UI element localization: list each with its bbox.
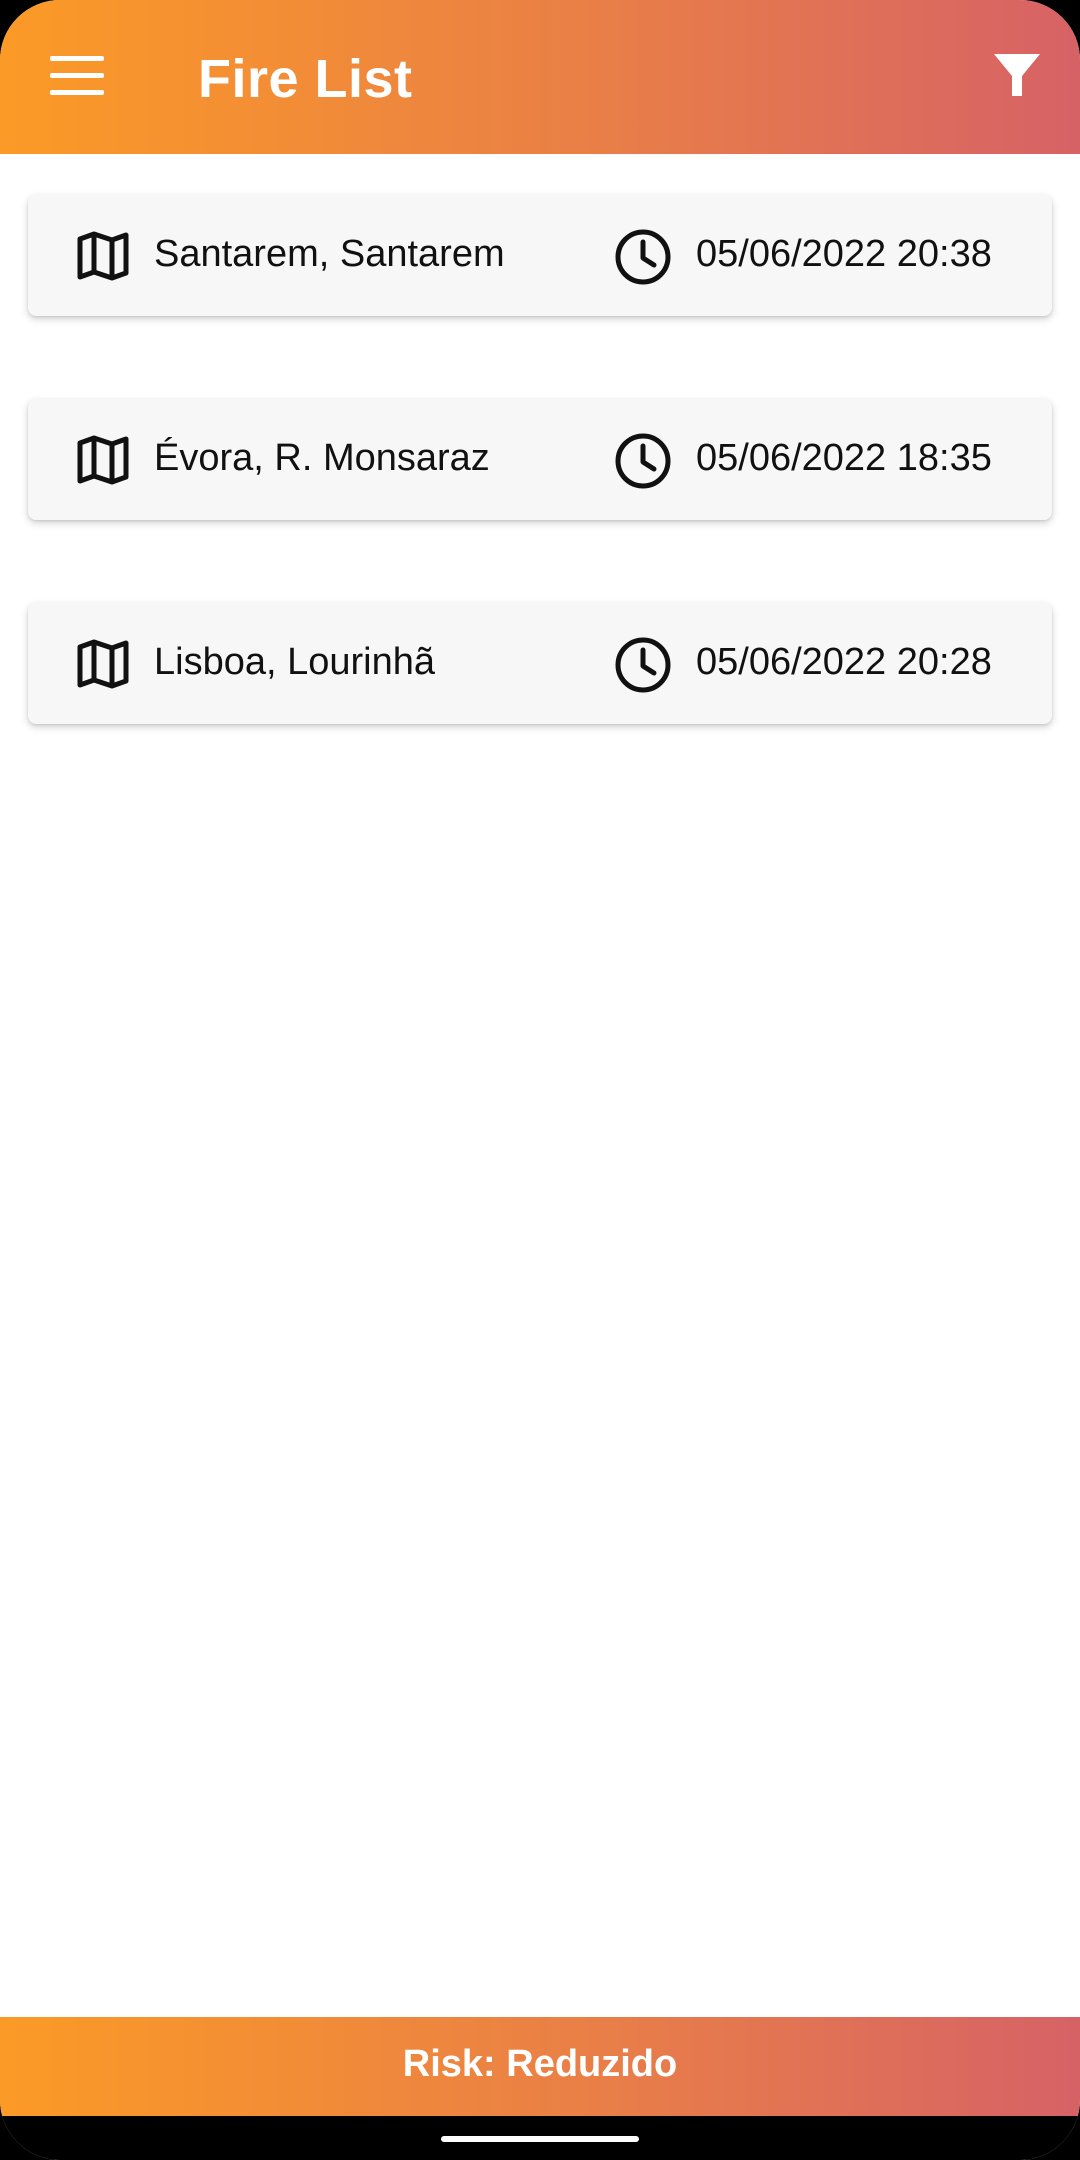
menu-icon-line xyxy=(50,56,104,61)
map-icon xyxy=(77,639,129,689)
filter-icon xyxy=(994,54,1040,96)
page-title: Fire List xyxy=(198,49,413,109)
fire-location: Santarem, Santarem xyxy=(154,233,505,275)
fire-location: Lisboa, Lourinhã xyxy=(154,641,435,683)
menu-button[interactable] xyxy=(50,56,104,96)
risk-bar: Risk: Reduzido xyxy=(0,2017,1080,2116)
map-icon xyxy=(77,435,129,485)
fire-datetime: 05/06/2022 20:38 xyxy=(696,233,992,275)
fire-datetime: 05/06/2022 18:35 xyxy=(696,437,992,479)
fire-list: Santarem, Santarem 05/06/2022 20:38 Évor… xyxy=(28,195,1052,807)
fire-list-item[interactable]: Évora, R. Monsaraz 05/06/2022 18:35 xyxy=(28,399,1052,520)
menu-icon-line xyxy=(50,90,104,95)
clock-icon xyxy=(615,229,671,285)
app-bar: Fire List xyxy=(0,0,1080,154)
fire-list-item[interactable]: Santarem, Santarem 05/06/2022 20:38 xyxy=(28,195,1052,316)
home-indicator[interactable] xyxy=(441,2136,639,2142)
system-nav-bar xyxy=(0,2116,1080,2160)
map-icon xyxy=(77,231,129,281)
clock-icon xyxy=(615,433,671,489)
fire-datetime: 05/06/2022 20:28 xyxy=(696,641,992,683)
app-screen: Fire List Santarem, Santarem 05/06/2022 … xyxy=(0,0,1080,2160)
menu-icon-line xyxy=(50,73,104,78)
risk-label: Risk: Reduzido xyxy=(402,2043,678,2085)
filter-button[interactable] xyxy=(992,52,1042,100)
fire-list-item[interactable]: Lisboa, Lourinhã 05/06/2022 20:28 xyxy=(28,603,1052,724)
fire-location: Évora, R. Monsaraz xyxy=(154,437,490,479)
clock-icon xyxy=(615,637,671,693)
